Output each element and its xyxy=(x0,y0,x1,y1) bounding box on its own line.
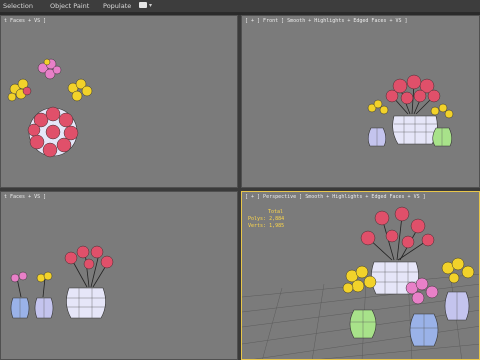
persp-vase-lavender xyxy=(441,257,475,321)
viewport-perspective[interactable]: [ + ] Perspective ] Smooth + Highlights … xyxy=(241,191,480,360)
toggle-icon[interactable] xyxy=(139,2,147,8)
left-view-scene xyxy=(10,245,114,319)
top-flowers-red-main xyxy=(27,106,79,158)
front-flowers-red xyxy=(385,74,441,105)
viewport-top[interactable]: t Faces + VS ] xyxy=(0,15,238,188)
top-flowers-yellow-left xyxy=(7,78,32,102)
viewport-front[interactable]: [ + ] Front ] Smooth + Highlights + Edge… xyxy=(241,15,480,188)
front-view-scene xyxy=(367,74,454,147)
tab-selection[interactable]: Selection xyxy=(3,1,33,11)
left-vase-small-b xyxy=(34,271,54,319)
tab-populate[interactable]: Populate xyxy=(103,1,131,11)
left-vase-white xyxy=(66,287,106,319)
tab-object-paint[interactable]: Object Paint xyxy=(50,1,89,11)
persp-vase-blue xyxy=(405,277,439,347)
front-vase-white xyxy=(392,115,438,145)
viewport-left[interactable]: t Faces + VS ] xyxy=(0,191,238,360)
persp-flowers-red xyxy=(360,206,435,249)
persp-vase-green xyxy=(342,265,377,339)
left-flowers-red xyxy=(64,245,114,270)
perspective-scene xyxy=(242,206,479,359)
top-flowers-pink xyxy=(37,58,62,80)
front-vase-lavender xyxy=(367,99,389,147)
top-view-scene xyxy=(7,58,93,158)
left-vase-small-a xyxy=(10,271,30,319)
chevron-down-icon[interactable]: ▾ xyxy=(149,1,152,11)
ribbon-bar: Selection Object Paint Populate ▾ xyxy=(0,0,480,13)
top-flowers-yellow-right xyxy=(67,78,93,102)
